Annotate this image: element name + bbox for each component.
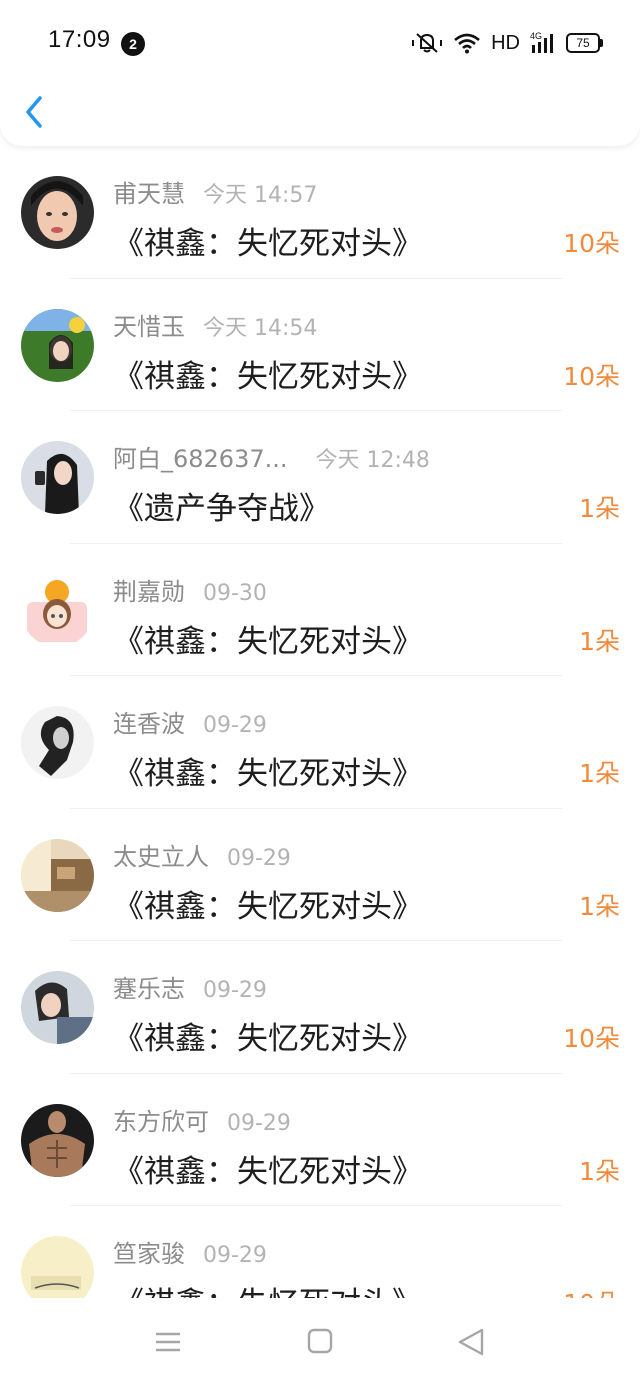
- nav-home-button[interactable]: [302, 1326, 338, 1358]
- sent-time: 今天 14:54: [203, 315, 318, 341]
- back-button[interactable]: [20, 92, 50, 132]
- sender-name: 阿白_682637...: [113, 445, 288, 473]
- avatar[interactable]: [21, 838, 94, 912]
- sender-line: 太史立人 09-29: [113, 837, 291, 872]
- avatar[interactable]: [21, 176, 94, 249]
- book-title[interactable]: 《祺鑫：失忆死对头》: [113, 218, 423, 263]
- sent-time: 09-29: [203, 713, 267, 738]
- list-item[interactable]: 荆嘉勋 09-30 《祺鑫：失忆死对头》 1朵: [0, 544, 640, 676]
- sender-name: 东方欣可: [113, 1107, 209, 1136]
- sent-time: 09-30: [203, 580, 267, 606]
- gift-amount: 1朵: [579, 626, 620, 656]
- hd-indicator: HD: [491, 31, 520, 54]
- avatar[interactable]: [21, 1103, 94, 1177]
- avatar[interactable]: [21, 573, 94, 647]
- sender-name: 天惜玉: [113, 312, 185, 341]
- gift-amount: 10朵: [563, 1024, 620, 1053]
- chevron-left-icon: [26, 96, 42, 128]
- sender-line: 连香波 09-29: [113, 704, 267, 739]
- menu-icon: [156, 1332, 180, 1352]
- sender-line: 东方欣可 09-29: [113, 1102, 291, 1137]
- list-item[interactable]: 笪家骏 09-29 《祺鑫：失忆死对头》 10朵: [0, 1206, 640, 1298]
- avatar[interactable]: [21, 1236, 94, 1298]
- avatar[interactable]: [21, 441, 94, 514]
- list-item[interactable]: 阿白_682637... 今天 12:48 《遗产争夺战》 1朵: [0, 411, 640, 544]
- sender-name: 笪家骏: [113, 1240, 185, 1268]
- book-title[interactable]: 《祺鑫：失忆死对头》: [113, 748, 423, 793]
- mute-bell-icon: [412, 33, 443, 53]
- status-time: 17:09: [48, 26, 111, 53]
- signal-4g-icon: 4G: [530, 31, 553, 53]
- nav-back-button[interactable]: [454, 1326, 490, 1358]
- sender-line: 蹇乐志 09-29: [113, 969, 267, 1004]
- gift-amount: 1朵: [579, 891, 620, 921]
- system-navbar: [0, 1298, 640, 1387]
- sender-name: 太史立人: [113, 842, 209, 871]
- list-item[interactable]: 甫天慧 今天 14:57 《祺鑫：失忆死对头》 10朵: [0, 146, 640, 279]
- sent-time: 今天 14:57: [203, 183, 318, 208]
- book-title[interactable]: 《祺鑫：失忆死对头》: [113, 1146, 423, 1191]
- list-item[interactable]: 太史立人 09-29 《祺鑫：失忆死对头》 1朵: [0, 809, 640, 941]
- status-icons: HD 4G 75: [411, 28, 603, 58]
- list-item[interactable]: 蹇乐志 09-29 《祺鑫：失忆死对头》 10朵: [0, 941, 640, 1074]
- sender-line: 甫天慧 今天 14:57: [113, 174, 317, 209]
- top-bar: 17:09 2 HD 4G 75: [0, 0, 640, 146]
- book-title[interactable]: 《祺鑫：失忆死对头》: [113, 1013, 423, 1058]
- book-title[interactable]: 《祺鑫：失忆死对头》: [113, 351, 423, 396]
- sender-line: 阿白_682637... 今天 12:48: [113, 439, 430, 474]
- gift-amount: 10朵: [563, 1284, 620, 1298]
- avatar[interactable]: [21, 706, 94, 779]
- sent-time: 09-29: [227, 845, 291, 871]
- list-item[interactable]: 连香波 09-29 《祺鑫：失忆死对头》 1朵: [0, 676, 640, 809]
- avatar[interactable]: [21, 308, 94, 382]
- battery-icon: 75: [566, 33, 603, 53]
- gift-amount: 1朵: [579, 759, 620, 788]
- gift-amount: 1朵: [579, 494, 620, 523]
- sender-line: 天惜玉 今天 14:54: [113, 307, 317, 342]
- sender-name: 连香波: [113, 710, 185, 738]
- gift-amount: 10朵: [563, 361, 620, 391]
- list-item[interactable]: 天惜玉 今天 14:54 《祺鑫：失忆死对头》 10朵: [0, 279, 640, 411]
- list-item[interactable]: 东方欣可 09-29 《祺鑫：失忆死对头》 1朵: [0, 1074, 640, 1206]
- sent-time: 09-29: [227, 1110, 291, 1136]
- back-triangle-icon: [458, 1328, 484, 1356]
- home-square-icon: [307, 1328, 333, 1354]
- sender-name: 甫天慧: [113, 180, 185, 208]
- gift-amount: 1朵: [579, 1156, 620, 1186]
- sender-line: 笪家骏 09-29: [113, 1234, 267, 1269]
- avatar[interactable]: [21, 971, 94, 1044]
- sender-line: 荆嘉勋 09-30: [113, 572, 267, 607]
- wifi-icon: [454, 33, 480, 54]
- svg-text:4G: 4G: [530, 31, 542, 41]
- nav-menu-button[interactable]: [150, 1326, 186, 1358]
- sent-time: 今天 12:48: [315, 448, 430, 473]
- book-title[interactable]: 《祺鑫：失忆死对头》: [113, 1278, 423, 1298]
- sent-time: 09-29: [203, 978, 267, 1003]
- book-title[interactable]: 《祺鑫：失忆死对头》: [113, 616, 423, 661]
- sender-name: 蹇乐志: [113, 975, 185, 1003]
- book-title[interactable]: 《祺鑫：失忆死对头》: [113, 881, 423, 926]
- notification-badge: 2: [121, 32, 145, 56]
- sent-time: 09-29: [203, 1243, 267, 1268]
- book-title[interactable]: 《遗产争夺战》: [113, 483, 330, 528]
- sender-name: 荆嘉勋: [113, 577, 185, 606]
- gift-amount: 10朵: [563, 229, 620, 258]
- gift-record-list: 甫天慧 今天 14:57 《祺鑫：失忆死对头》 10朵 天惜玉 今天 14:54 《…: [0, 146, 640, 1298]
